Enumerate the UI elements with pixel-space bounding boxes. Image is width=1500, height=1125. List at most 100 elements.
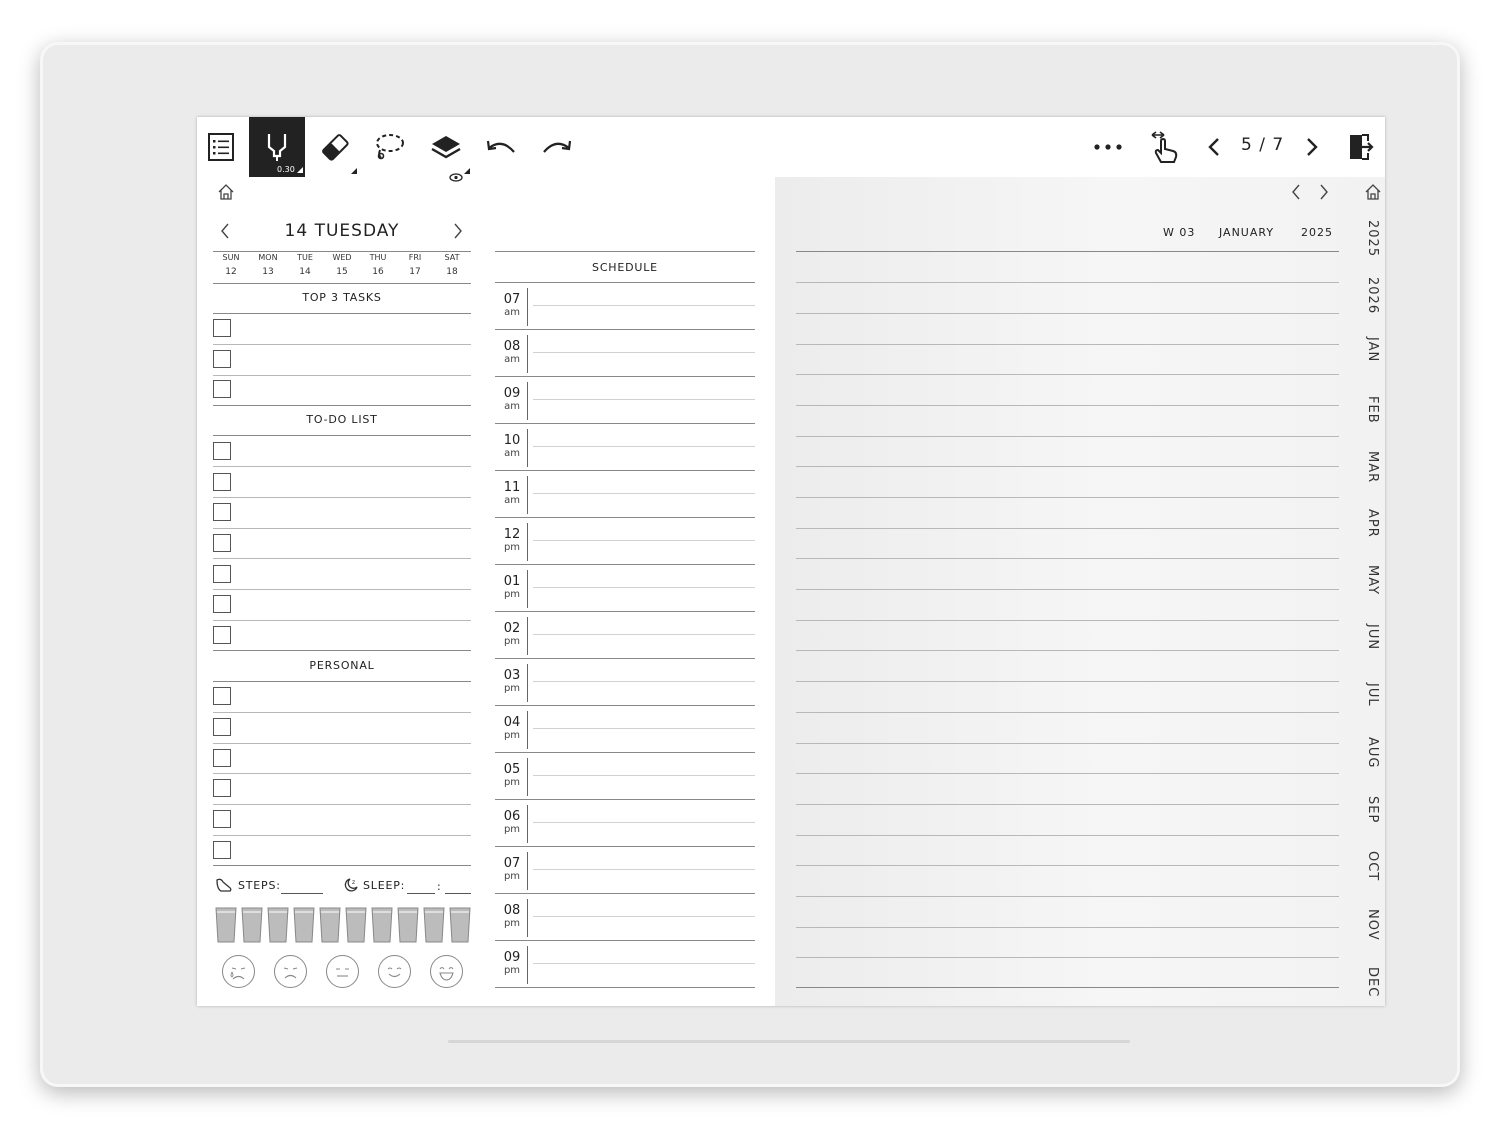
todo-line[interactable]	[213, 528, 471, 529]
mood-crying-icon[interactable]	[222, 955, 255, 988]
schedule-slot-line[interactable]	[495, 799, 755, 800]
water-glass-icon[interactable]	[215, 907, 237, 943]
half-hour-line[interactable]	[533, 305, 755, 306]
notes-line[interactable]	[796, 620, 1339, 621]
schedule-slot-line[interactable]	[495, 423, 755, 424]
personal-checkbox[interactable]	[213, 749, 231, 767]
notes-line[interactable]	[796, 589, 1339, 590]
notes-prev-icon[interactable]	[1290, 183, 1302, 205]
notes-line[interactable]	[796, 344, 1339, 345]
mood-very-happy-icon[interactable]	[430, 955, 463, 988]
side-tab-feb[interactable]: FEB	[1365, 396, 1380, 424]
notes-line[interactable]	[796, 558, 1339, 559]
todo-line[interactable]	[213, 589, 471, 590]
redo-icon[interactable]	[539, 117, 575, 177]
notes-next-icon[interactable]	[1318, 183, 1330, 205]
half-hour-line[interactable]	[533, 963, 755, 964]
half-hour-line[interactable]	[533, 728, 755, 729]
side-tab-aug[interactable]: AUG	[1365, 737, 1380, 768]
half-hour-line[interactable]	[533, 352, 755, 353]
todo-checkbox[interactable]	[213, 473, 231, 491]
weekday-number[interactable]: 16	[363, 267, 393, 277]
side-tab-jun[interactable]: JUN	[1365, 624, 1380, 650]
schedule-slot-line[interactable]	[495, 846, 755, 847]
personal-line[interactable]	[213, 835, 471, 836]
schedule-slot-line[interactable]	[495, 376, 755, 377]
personal-checkbox[interactable]	[213, 841, 231, 859]
half-hour-line[interactable]	[533, 822, 755, 823]
schedule-slot-line[interactable]	[495, 658, 755, 659]
schedule-slot-line[interactable]	[495, 329, 755, 330]
water-glass-icon[interactable]	[267, 907, 289, 943]
water-glass-icon[interactable]	[241, 907, 263, 943]
todo-checkbox[interactable]	[213, 442, 231, 460]
weekday-number[interactable]: 13	[253, 267, 283, 277]
sleep-hours-line[interactable]	[407, 893, 435, 894]
side-tab-mar[interactable]: MAR	[1365, 451, 1380, 483]
notes-line[interactable]	[796, 681, 1339, 682]
todo-line[interactable]	[213, 497, 471, 498]
water-glass-icon[interactable]	[397, 907, 419, 943]
notes-line[interactable]	[796, 251, 1339, 252]
half-hour-line[interactable]	[533, 634, 755, 635]
half-hour-line[interactable]	[533, 446, 755, 447]
todo-checkbox[interactable]	[213, 626, 231, 644]
personal-checkbox[interactable]	[213, 779, 231, 797]
weekday-number[interactable]: 15	[327, 267, 357, 277]
side-tab-apr[interactable]: APR	[1365, 509, 1380, 538]
weekday-name[interactable]: TUE	[290, 253, 320, 262]
water-glass-icon[interactable]	[449, 907, 471, 943]
water-glass-icon[interactable]	[319, 907, 341, 943]
todo-checkbox[interactable]	[213, 595, 231, 613]
personal-checkbox[interactable]	[213, 687, 231, 705]
notes-line[interactable]	[796, 313, 1339, 314]
half-hour-line[interactable]	[533, 493, 755, 494]
notes-line[interactable]	[796, 405, 1339, 406]
personal-checkbox[interactable]	[213, 810, 231, 828]
schedule-slot-line[interactable]	[495, 752, 755, 753]
todo-checkbox[interactable]	[213, 534, 231, 552]
mood-sad-icon[interactable]	[274, 955, 307, 988]
notes-line[interactable]	[796, 374, 1339, 375]
notes-line[interactable]	[796, 865, 1339, 866]
weekday-name[interactable]: THU	[363, 253, 393, 262]
notes-line[interactable]	[796, 650, 1339, 651]
schedule-slot-line[interactable]	[495, 611, 755, 612]
layers-options-triangle[interactable]	[464, 168, 470, 174]
task-checkbox[interactable]	[213, 350, 231, 368]
personal-line[interactable]	[213, 773, 471, 774]
more-options-icon[interactable]	[1090, 117, 1126, 177]
notes-line[interactable]	[796, 282, 1339, 283]
lasso-icon[interactable]	[369, 117, 409, 177]
weekday-name[interactable]: FRI	[400, 253, 430, 262]
notes-line[interactable]	[796, 804, 1339, 805]
weekday-number[interactable]: 17	[400, 267, 430, 277]
notes-line[interactable]	[796, 927, 1339, 928]
personal-line[interactable]	[213, 804, 471, 805]
half-hour-line[interactable]	[533, 869, 755, 870]
notes-line[interactable]	[796, 773, 1339, 774]
touch-swipe-icon[interactable]	[1145, 117, 1185, 177]
side-tab-jan[interactable]: JAN	[1365, 337, 1380, 362]
half-hour-line[interactable]	[533, 587, 755, 588]
task-checkbox[interactable]	[213, 319, 231, 337]
half-hour-line[interactable]	[533, 540, 755, 541]
eraser-options-triangle[interactable]	[351, 168, 357, 174]
weekday-number[interactable]: 14	[290, 267, 320, 277]
weekday-name[interactable]: SAT	[437, 253, 467, 262]
notes-line[interactable]	[796, 896, 1339, 897]
notes-line[interactable]	[796, 835, 1339, 836]
personal-line[interactable]	[213, 712, 471, 713]
weekday-name[interactable]: SUN	[216, 253, 246, 262]
undo-icon[interactable]	[483, 117, 519, 177]
side-tab-sep[interactable]: SEP	[1365, 796, 1380, 823]
page-counter[interactable]: 5 / 7	[1241, 135, 1284, 155]
half-hour-line[interactable]	[533, 399, 755, 400]
schedule-slot-line[interactable]	[495, 940, 755, 941]
todo-line[interactable]	[213, 466, 471, 467]
side-tab-nov[interactable]: NOV	[1365, 909, 1380, 941]
half-hour-line[interactable]	[533, 916, 755, 917]
notes-line[interactable]	[796, 497, 1339, 498]
side-tab-2025[interactable]: 2025	[1365, 220, 1380, 257]
prev-day-icon[interactable]	[219, 222, 231, 244]
